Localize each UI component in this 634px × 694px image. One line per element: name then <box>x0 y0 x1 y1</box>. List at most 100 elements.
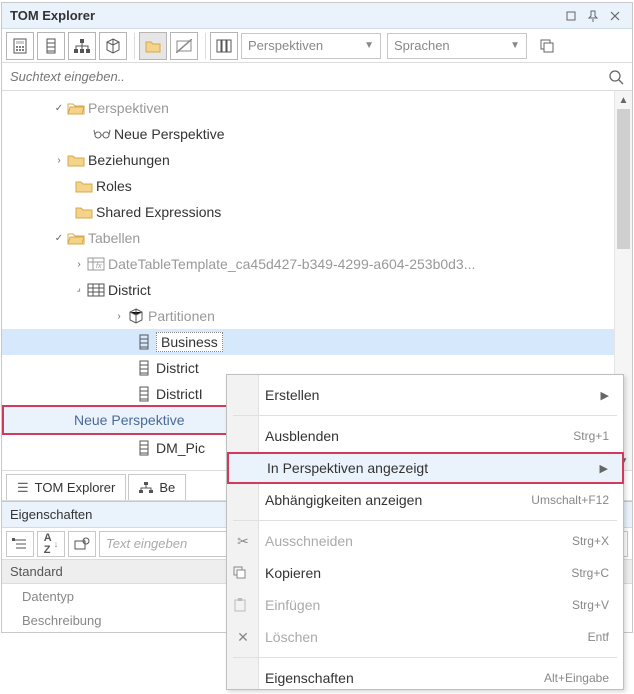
toolbar-btn-columns-view[interactable] <box>210 32 238 60</box>
toolbar-btn-folder[interactable] <box>139 32 167 60</box>
title-bar: TOM Explorer <box>2 3 632 29</box>
node-label: Beziehungen <box>88 152 170 168</box>
props-btn-alphabetical[interactable]: AZ↓ <box>37 531 65 557</box>
toolbar-btn-calculator[interactable] <box>6 32 34 60</box>
tree-node-roles[interactable]: Roles <box>2 173 614 199</box>
scroll-thumb[interactable] <box>617 109 630 249</box>
tree-node-business[interactable]: Business <box>2 329 614 355</box>
node-label: District <box>108 282 151 298</box>
combo-label: Perspektiven <box>248 38 323 53</box>
ctx-copy[interactable]: Kopieren Strg+C <box>259 557 623 589</box>
column-icon <box>134 360 154 376</box>
toolbar-btn-hierarchy[interactable] <box>68 32 96 60</box>
column-icon <box>134 386 154 402</box>
node-label: Tabellen <box>88 230 140 246</box>
node-label: Roles <box>96 178 132 194</box>
node-label: DM_Pic <box>156 440 205 456</box>
tree-node-relations[interactable]: › Beziehungen <box>2 147 614 173</box>
ctx-paste: Einfügen Strg+V <box>259 589 623 621</box>
tree-node-perspectives[interactable]: ✓ Perspektiven <box>2 95 614 121</box>
search-input[interactable] <box>10 69 608 84</box>
search-icon[interactable] <box>608 69 624 85</box>
node-label: Business <box>156 332 223 352</box>
folder-icon <box>74 179 94 193</box>
ctx-cut: ✂ Ausschneiden Strg+X <box>259 525 623 557</box>
tree-node-tables[interactable]: ✓ Tabellen <box>2 225 614 251</box>
table-icon <box>86 283 106 297</box>
perspectives-combo[interactable]: Perspektiven ▼ <box>241 33 381 59</box>
property-label: Beschreibung <box>22 613 102 628</box>
hierarchy-icon <box>139 482 153 494</box>
scroll-up-icon[interactable]: ▲ <box>615 91 632 109</box>
tree-node-new-perspective[interactable]: Neue Perspektive <box>2 121 614 147</box>
panel-title: TOM Explorer <box>10 8 560 23</box>
toolbar-btn-copy[interactable] <box>533 32 561 60</box>
node-label: District <box>156 360 199 376</box>
props-btn-expression[interactable]: i <box>68 531 96 557</box>
toolbar-btn-column[interactable] <box>37 32 65 60</box>
ctx-create[interactable]: Erstellen ▶ <box>259 379 623 411</box>
ctx-label: Einfügen <box>265 597 572 613</box>
chevron-down-icon: ▼ <box>364 40 374 51</box>
tree-node-district[interactable]: › District <box>2 277 614 303</box>
ctx-shortcut: Strg+X <box>572 534 609 548</box>
ctx-in-perspectives[interactable]: In Perspektiven angezeigt ▶ <box>227 452 624 484</box>
toolbar: Perspektiven ▼ Sprachen ▼ <box>2 29 632 63</box>
expander-collapsed-icon[interactable]: › <box>52 155 66 166</box>
ctx-shortcut: Umschalt+F12 <box>531 493 609 507</box>
table-fx-icon: fx <box>86 257 106 271</box>
flyout-label: Neue Perspektive <box>74 412 185 428</box>
delete-icon: ✕ <box>233 629 253 646</box>
toolbar-btn-cube[interactable] <box>99 32 127 60</box>
ctx-label: Ausschneiden <box>265 533 572 549</box>
glasses-icon <box>92 128 112 140</box>
node-label: Partitionen <box>148 308 215 324</box>
expander-collapsed-icon[interactable]: › <box>112 311 126 322</box>
ctx-shortcut: Entf <box>588 630 609 644</box>
toolbar-btn-hidden[interactable] <box>170 32 198 60</box>
tree-icon: ☰ <box>17 480 29 496</box>
tree-node-datetable[interactable]: › fx DateTableTemplate_ca45d427-b349-429… <box>2 251 614 277</box>
folder-icon <box>66 153 86 167</box>
svg-text:fx: fx <box>96 263 102 270</box>
ctx-shortcut: Strg+C <box>571 566 609 580</box>
ctx-label: Kopieren <box>265 565 571 581</box>
folder-open-icon <box>66 101 86 115</box>
window-options-icon[interactable] <box>560 6 582 26</box>
column-icon <box>134 440 154 456</box>
ctx-label: In Perspektiven angezeigt <box>267 460 592 476</box>
ctx-shortcut: Strg+1 <box>573 429 609 443</box>
ctx-label: Erstellen <box>265 387 593 403</box>
column-icon <box>134 334 154 350</box>
ctx-properties[interactable]: Eigenschaften Alt+Eingabe <box>259 662 623 694</box>
svg-text:i: i <box>84 539 85 545</box>
tab-tom-explorer[interactable]: ☰TOM Explorer <box>6 474 126 500</box>
ctx-label: Eigenschaften <box>265 670 544 686</box>
close-icon[interactable] <box>604 6 626 26</box>
ctx-label: Löschen <box>265 629 588 645</box>
languages-combo[interactable]: Sprachen ▼ <box>387 33 527 59</box>
node-label: DateTableTemplate_ca45d427-b349-4299-a60… <box>108 256 475 272</box>
node-label: Perspektiven <box>88 100 169 116</box>
ctx-delete: ✕ Löschen Entf <box>259 621 623 653</box>
folder-icon <box>74 205 94 219</box>
ctx-label: Ausblenden <box>265 428 573 444</box>
tab-be[interactable]: Be <box>128 474 186 500</box>
ctx-label: Abhängigkeiten anzeigen <box>265 492 531 508</box>
expander-expanded-icon[interactable]: ✓ <box>52 103 66 114</box>
pin-icon[interactable] <box>582 6 604 26</box>
ctx-dependencies[interactable]: Abhängigkeiten anzeigen Umschalt+F12 <box>259 484 623 516</box>
node-label: DistrictI <box>156 386 203 402</box>
props-btn-categorized[interactable] <box>6 531 34 557</box>
ctx-hide[interactable]: Ausblenden Strg+1 <box>259 420 623 452</box>
property-label: Datentyp <box>22 589 74 604</box>
tree-node-partitions[interactable]: › Partitionen <box>2 303 614 329</box>
combo-label: Sprachen <box>394 38 450 53</box>
expander-collapsed-icon[interactable]: › <box>72 259 86 270</box>
ctx-shortcut: Strg+V <box>572 598 609 612</box>
chevron-down-icon: ▼ <box>510 40 520 51</box>
tree-node-shared[interactable]: Shared Expressions <box>2 199 614 225</box>
submenu-arrow-icon: ▶ <box>601 389 609 402</box>
partition-icon <box>126 308 146 324</box>
expander-expanded-icon[interactable]: ✓ <box>52 233 66 244</box>
